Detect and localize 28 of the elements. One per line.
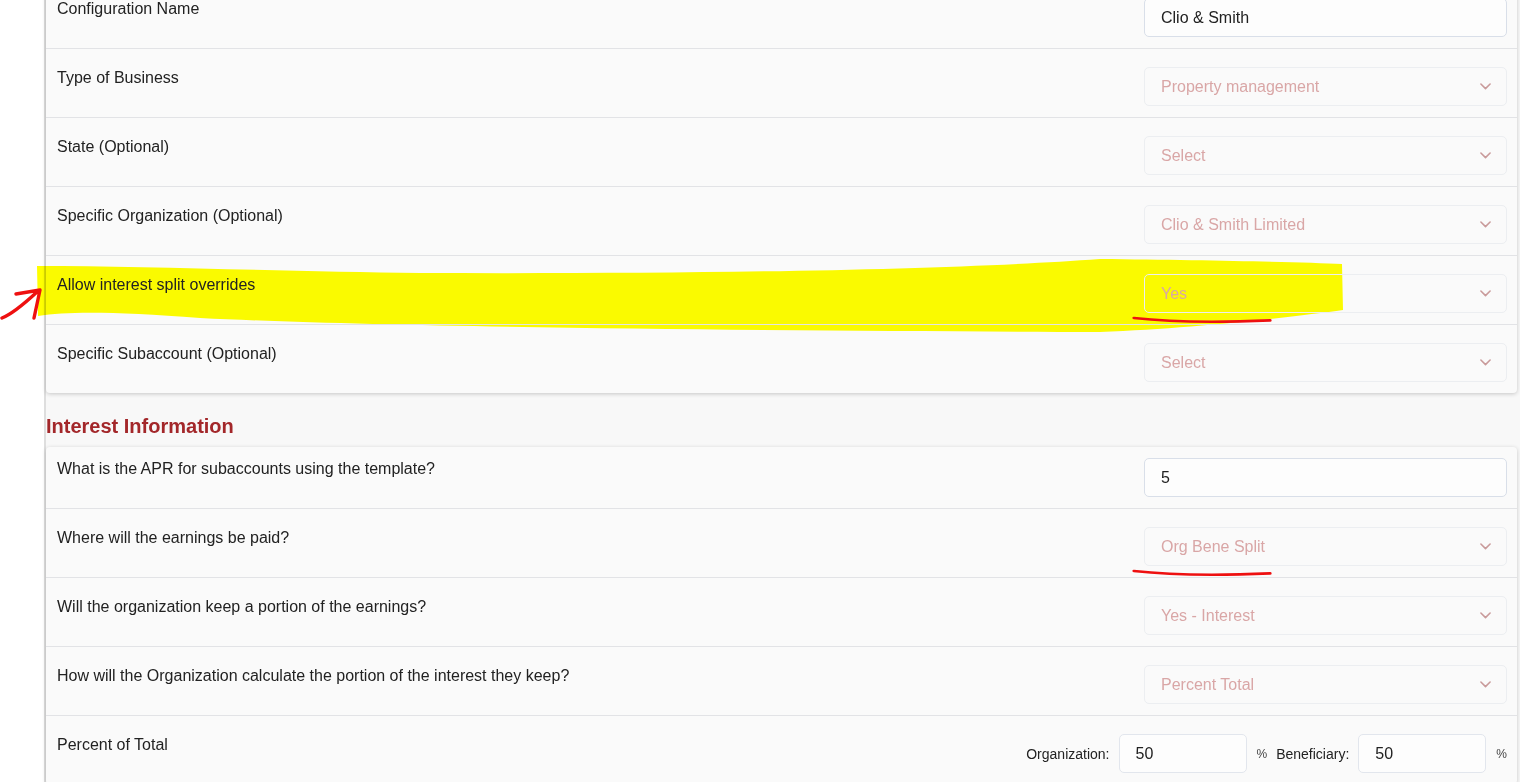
unit-label: %: [1256, 746, 1268, 761]
chevron-down-icon: [1480, 543, 1491, 550]
text-input[interactable]: 50: [1118, 734, 1247, 773]
unit-label: %: [1496, 746, 1507, 761]
text-input[interactable]: 5: [1144, 458, 1507, 497]
field-label: What is the APR for subaccounts using the template?: [57, 459, 435, 479]
field-label: How will the Organization calculate the portion of the interest they keep?: [57, 666, 570, 686]
text-input[interactable]: Clio & Smith: [1144, 0, 1507, 37]
chevron-down-icon: [1480, 221, 1491, 228]
chevron-down-icon: [1480, 359, 1491, 366]
field-label: Type of Business: [57, 68, 179, 88]
field-label: Percent of Total: [57, 735, 168, 755]
chevron-down-icon: [1480, 290, 1491, 297]
field-label: Specific Subaccount (Optional): [57, 344, 277, 364]
field-label: State (Optional): [57, 137, 170, 157]
field-label: Where will the earnings be paid?: [57, 528, 290, 548]
chevron-down-icon: [1480, 681, 1491, 688]
chevron-down-icon: [1480, 612, 1491, 619]
field-label: Beneficiary:: [1276, 745, 1350, 762]
field-label: Organization:: [1026, 745, 1110, 762]
section-heading: Interest Information: [46, 415, 235, 437]
chevron-down-icon: [1480, 152, 1491, 159]
field-label: Will the organization keep a portion of the earnings?: [57, 597, 427, 617]
field-label: Configuration Name: [57, 0, 200, 19]
field-label: Allow interest split overrides: [57, 275, 256, 295]
chevron-down-icon: [1480, 83, 1491, 90]
text-input[interactable]: 50: [1358, 734, 1487, 773]
field-label: Specific Organization (Optional): [57, 206, 283, 226]
